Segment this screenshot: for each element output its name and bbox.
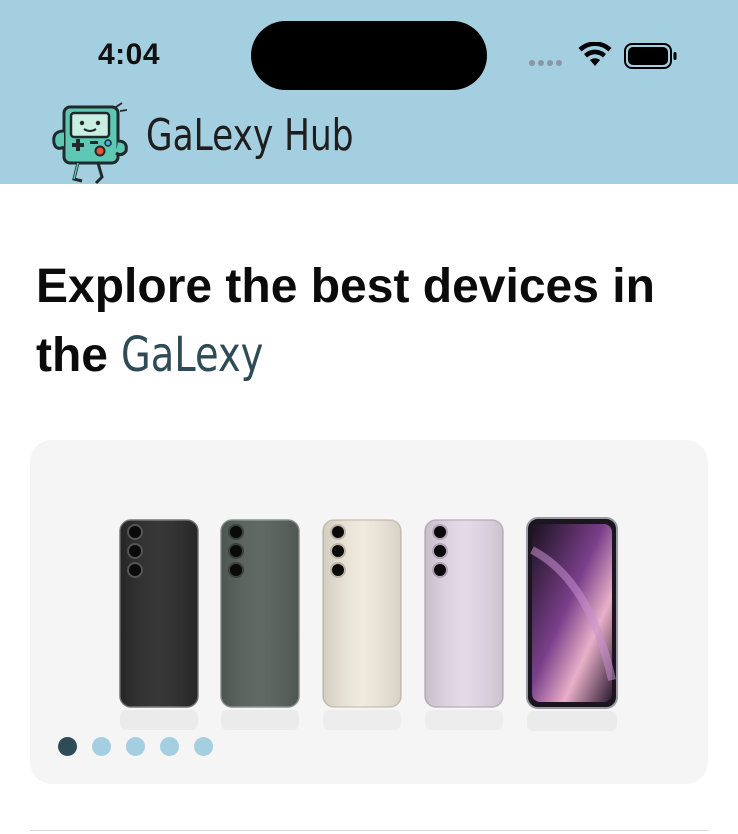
dynamic-island xyxy=(251,21,487,90)
bmo-robot-icon xyxy=(52,102,128,185)
cellular-signal-icon xyxy=(529,60,562,66)
pagination-dot-4[interactable] xyxy=(160,737,179,756)
pagination-dot-3[interactable] xyxy=(126,737,145,756)
status-time: 4:04 xyxy=(98,38,161,71)
battery-icon xyxy=(624,43,677,69)
section-divider xyxy=(30,830,708,831)
pagination-dot-5[interactable] xyxy=(194,737,213,756)
brand-title: GaLexy Hub xyxy=(146,110,354,161)
pagination-dot-1[interactable] xyxy=(58,737,77,756)
wifi-icon xyxy=(578,42,612,66)
app-header: 4:04 GaLexy Hub xyxy=(0,0,738,185)
galaxy-phones-lineup-image xyxy=(119,517,618,731)
product-carousel[interactable] xyxy=(30,440,708,784)
carousel-pagination xyxy=(58,737,213,756)
pagination-dot-2[interactable] xyxy=(92,737,111,756)
headline-accent: GaLexy xyxy=(121,327,264,383)
page-headline: Explore the best devices in the GaLexy xyxy=(36,252,716,390)
